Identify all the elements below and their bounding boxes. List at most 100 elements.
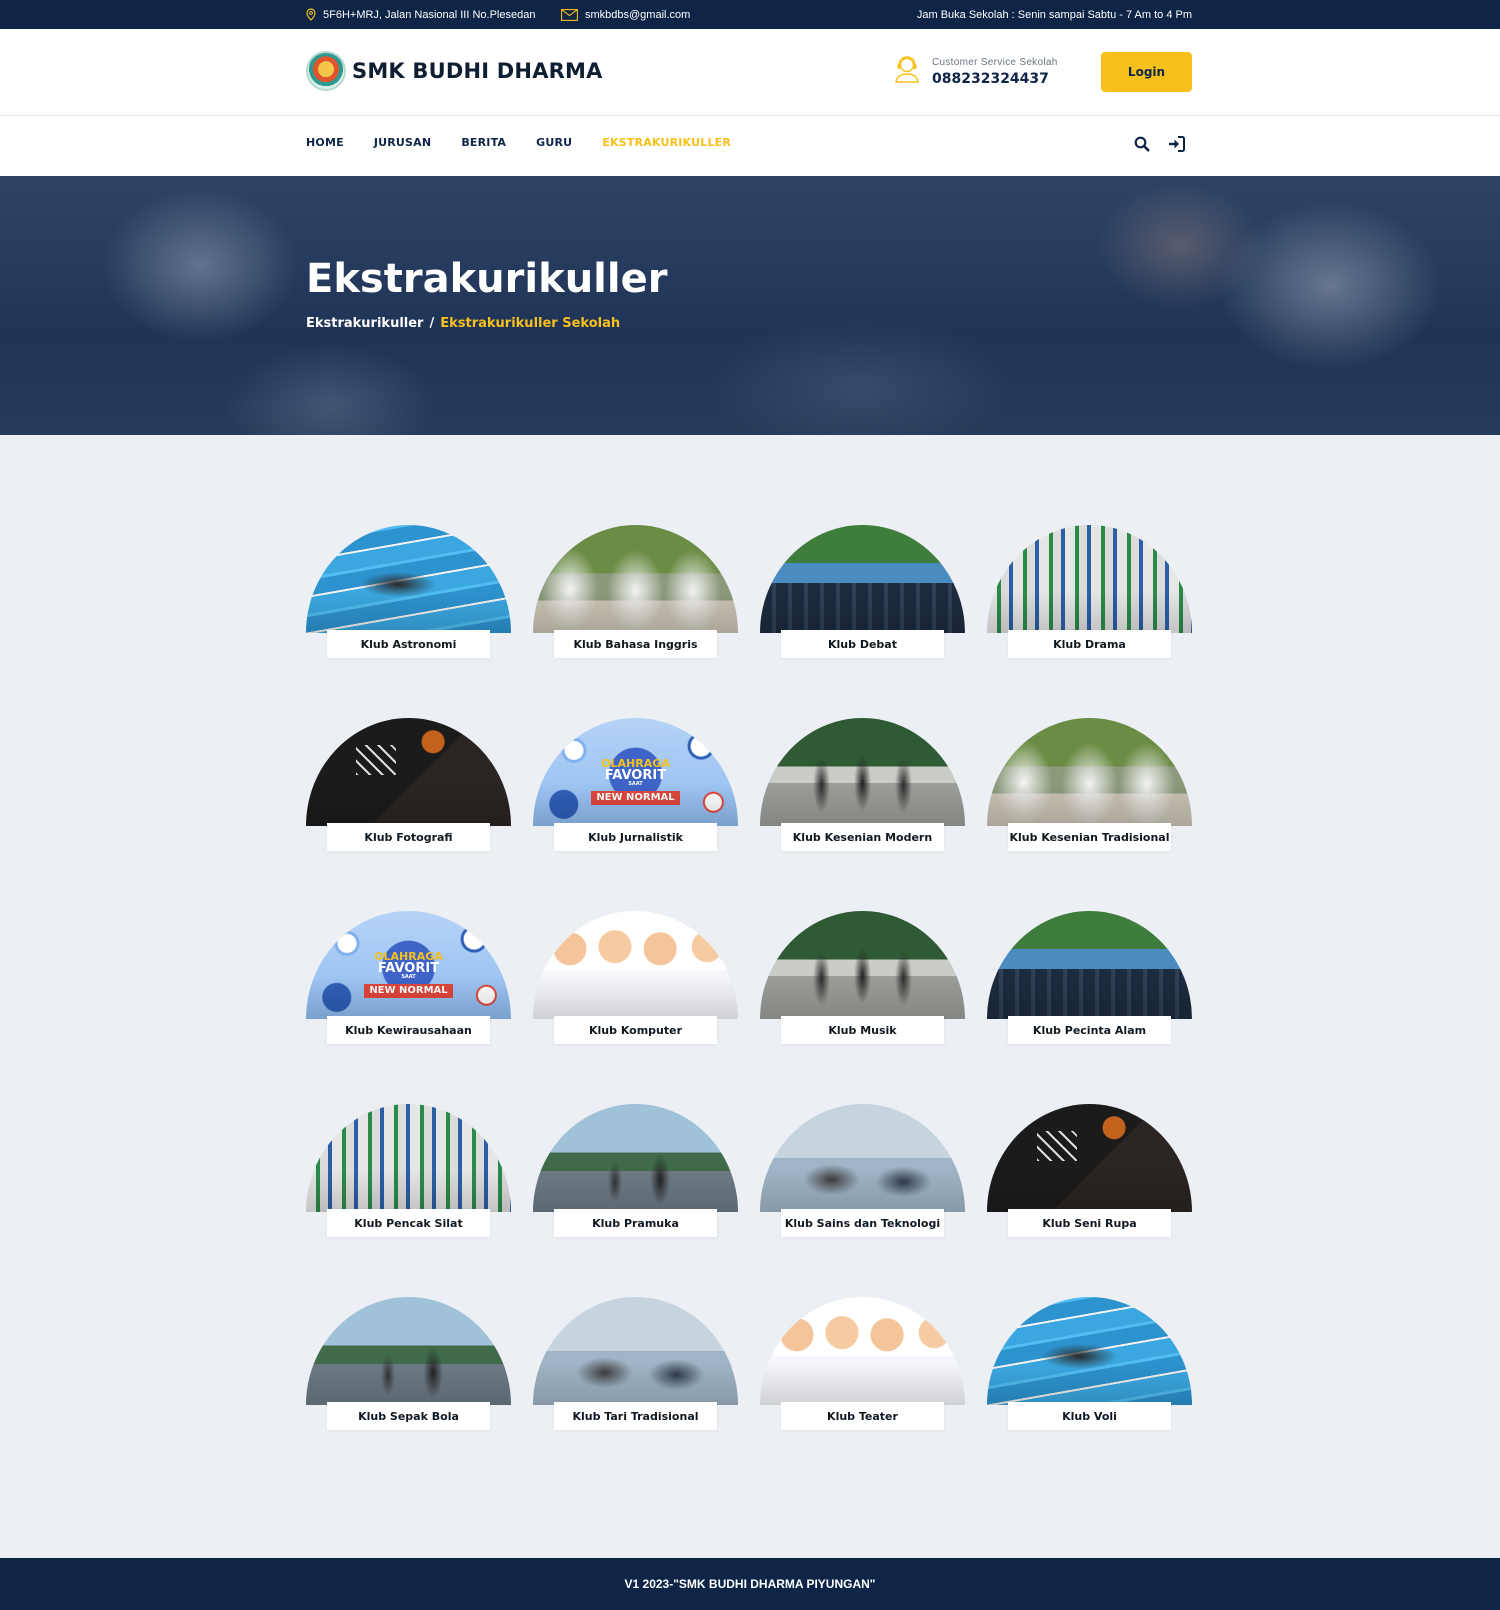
club-card[interactable]: Klub Astronomi — [306, 525, 511, 665]
brand-name: SMK BUDHI DHARMA — [352, 59, 603, 83]
main-navigation: HOME JURUSAN BERITA GURU EKSTRAKURIKULLER — [0, 116, 1500, 176]
nav-item-ekstrakurikuller[interactable]: EKSTRAKURIKULLER — [602, 136, 731, 149]
nav-item-berita[interactable]: BERITA — [461, 136, 506, 149]
site-logo[interactable]: SMK BUDHI DHARMA — [306, 51, 603, 91]
club-photo-running[interactable] — [760, 718, 965, 826]
email-link[interactable]: smkbdbs@gmail.com — [585, 9, 690, 21]
envelope-icon — [561, 8, 578, 21]
address-info: 5F6H+MRJ, Jalan Nasional III No.Plesedan — [306, 0, 535, 29]
club-name[interactable]: Klub Seni Rupa — [1008, 1209, 1171, 1237]
location-pin-icon — [306, 8, 316, 21]
club-card[interactable]: Klub Bahasa Inggris — [533, 525, 738, 665]
club-card[interactable]: Klub Pencak Silat — [306, 1104, 511, 1244]
club-name[interactable]: Klub Teater — [781, 1402, 944, 1430]
club-photo-running[interactable] — [760, 911, 965, 1019]
nav-item-home[interactable]: HOME — [306, 136, 344, 149]
club-card[interactable]: Klub Teater — [760, 1297, 965, 1437]
customer-service-phone[interactable]: 088232324437 — [932, 71, 1058, 87]
club-name[interactable]: Klub Tari Tradisional — [554, 1402, 717, 1430]
club-name[interactable]: Klub Musik — [781, 1016, 944, 1044]
club-photo-stretching[interactable] — [533, 1297, 738, 1405]
club-photo-cartoon-kids[interactable] — [760, 1297, 965, 1405]
club-photo-martial-arts[interactable] — [533, 525, 738, 633]
club-photo-sports-poster[interactable]: OLAHRAGA FAVORIT SAAT NEW NORMAL — [533, 718, 738, 826]
sign-in-icon[interactable] — [1168, 136, 1185, 157]
nav-icons — [1134, 136, 1185, 157]
club-name[interactable]: Klub Debat — [781, 630, 944, 658]
address-text: 5F6H+MRJ, Jalan Nasional III No.Plesedan — [323, 8, 536, 21]
club-photo-celebration[interactable] — [306, 1104, 511, 1212]
site-header: SMK BUDHI DHARMA Customer Service Sekola… — [0, 29, 1500, 116]
club-card[interactable]: Klub Seni Rupa — [987, 1104, 1192, 1244]
club-name[interactable]: Klub Pecinta Alam — [1008, 1016, 1171, 1044]
club-card[interactable]: Klub Kesenian Tradisional — [987, 718, 1192, 858]
breadcrumb-separator: / — [429, 316, 435, 331]
club-card[interactable]: Klub Komputer — [533, 911, 738, 1051]
club-name[interactable]: Klub Astronomi — [327, 630, 490, 658]
poster-line-4: NEW NORMAL — [591, 791, 680, 805]
club-photo-outdoor-court[interactable] — [306, 1297, 511, 1405]
club-photo-swimming[interactable] — [306, 525, 511, 633]
club-photo-sports-poster[interactable]: OLAHRAGA FAVORIT SAAT NEW NORMAL — [306, 911, 511, 1019]
opening-hours: Jam Buka Sekolah : Senin sampai Sabtu - … — [916, 8, 1192, 21]
club-card[interactable]: OLAHRAGA FAVORIT SAAT NEW NORMAL Klub Kewira… — [306, 911, 511, 1051]
club-photo-outdoor-court[interactable] — [533, 1104, 738, 1212]
poster-text: OLAHRAGA FAVORIT SAAT NEW NORMAL — [533, 758, 738, 805]
club-card[interactable]: Klub Drama — [987, 525, 1192, 665]
club-name[interactable]: Klub Sepak Bola — [327, 1402, 490, 1430]
club-card[interactable]: Klub Debat — [760, 525, 965, 665]
club-photo-swimming[interactable] — [987, 1297, 1192, 1405]
club-card[interactable]: Klub Sepak Bola — [306, 1297, 511, 1437]
headset-agent-icon — [892, 54, 922, 89]
breadcrumb: Ekstrakurikuller / Ekstrakurikuller Seko… — [306, 316, 620, 331]
club-name[interactable]: Klub Kesenian Tradisional — [1008, 823, 1171, 851]
club-card[interactable]: Klub Sains dan Teknologi — [760, 1104, 965, 1244]
club-card[interactable]: Klub Musik — [760, 911, 965, 1051]
customer-service-label: Customer Service Sekolah — [932, 56, 1058, 68]
club-name[interactable]: Klub Voli — [1008, 1402, 1171, 1430]
club-name[interactable]: Klub Bahasa Inggris — [554, 630, 717, 658]
club-name[interactable]: Klub Pencak Silat — [327, 1209, 490, 1237]
club-photo-stretching[interactable] — [760, 1104, 965, 1212]
club-photo-basketball[interactable] — [987, 1104, 1192, 1212]
email-info[interactable]: smkbdbs@gmail.com — [561, 0, 690, 29]
nav-item-jurusan[interactable]: JURUSAN — [374, 136, 431, 149]
club-card[interactable]: Klub Fotografi — [306, 718, 511, 858]
site-footer: V1 2023-"SMK BUDHI DHARMA PIYUNGAN" — [0, 1558, 1500, 1610]
club-photo-celebration[interactable] — [987, 525, 1192, 633]
top-info-bar: 5F6H+MRJ, Jalan Nasional III No.Plesedan… — [0, 0, 1500, 29]
club-photo-cartoon-kids[interactable] — [533, 911, 738, 1019]
club-name[interactable]: Klub Kesenian Modern — [781, 823, 944, 851]
school-emblem-icon — [306, 51, 346, 91]
club-name[interactable]: Klub Fotografi — [327, 823, 490, 851]
club-name[interactable]: Klub Komputer — [554, 1016, 717, 1044]
footer-text: V1 2023-"SMK BUDHI DHARMA PIYUNGAN" — [624, 1577, 876, 1591]
breadcrumb-current: Ekstrakurikuller Sekolah — [440, 316, 621, 331]
club-card[interactable]: Klub Voli — [987, 1297, 1192, 1437]
page-title: Ekstrakurikuller — [306, 256, 668, 302]
login-button[interactable]: Login — [1101, 52, 1192, 92]
poster-line-3: SAAT — [628, 781, 643, 787]
club-name[interactable]: Klub Pramuka — [554, 1209, 717, 1237]
page-hero-banner: Ekstrakurikuller Ekstrakurikuller / Ekst… — [0, 176, 1500, 435]
club-card[interactable]: Klub Pecinta Alam — [987, 911, 1192, 1051]
club-name[interactable]: Klub Drama — [1008, 630, 1171, 658]
club-card[interactable]: Klub Kesenian Modern — [760, 718, 965, 858]
club-grid: Klub Astronomi Klub Bahasa Inggris Klub De… — [306, 525, 1192, 1437]
search-icon[interactable] — [1134, 136, 1150, 157]
club-card[interactable]: OLAHRAGA FAVORIT SAAT NEW NORMAL Klub Jurnal… — [533, 718, 738, 858]
club-card[interactable]: Klub Pramuka — [533, 1104, 738, 1244]
club-photo-martial-arts[interactable] — [987, 718, 1192, 826]
customer-service-block: Customer Service Sekolah 088232324437 — [892, 54, 1058, 89]
club-name[interactable]: Klub Kewirausahaan — [327, 1016, 490, 1044]
club-photo-team-photo[interactable] — [987, 911, 1192, 1019]
poster-text: OLAHRAGA FAVORIT SAAT NEW NORMAL — [306, 951, 511, 998]
club-name[interactable]: Klub Sains dan Teknologi — [781, 1209, 944, 1237]
club-photo-basketball[interactable] — [306, 718, 511, 826]
nav-item-guru[interactable]: GURU — [536, 136, 572, 149]
club-photo-team-photo[interactable] — [760, 525, 965, 633]
poster-line-4: NEW NORMAL — [364, 984, 453, 998]
club-card[interactable]: Klub Tari Tradisional — [533, 1297, 738, 1437]
club-name[interactable]: Klub Jurnalistik — [554, 823, 717, 851]
breadcrumb-parent[interactable]: Ekstrakurikuller — [306, 316, 423, 331]
